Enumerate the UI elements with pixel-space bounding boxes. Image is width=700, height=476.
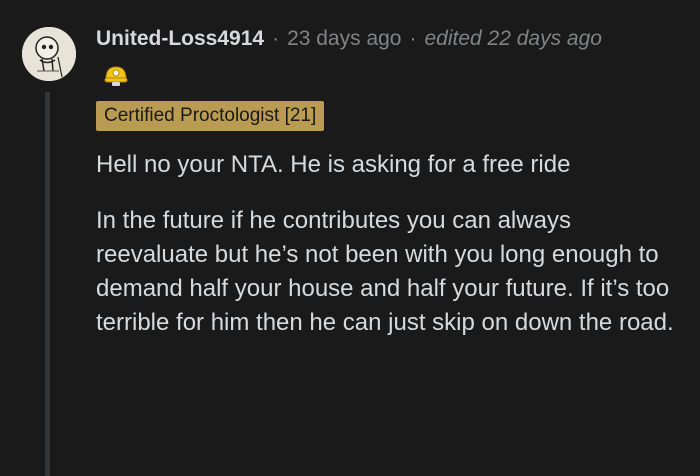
user-flair: Certified Proctologist [21] <box>96 101 325 131</box>
separator: · <box>409 27 417 50</box>
thread-collapse-line[interactable] <box>45 92 50 476</box>
timestamp[interactable]: 23 days ago <box>287 27 401 51</box>
award-helmet-icon <box>104 66 128 86</box>
comment-meta: United-Loss4914 · 23 days ago · edited 2… <box>96 24 602 54</box>
snoo-avatar-icon <box>22 27 76 81</box>
comment-paragraph: In the future if he contributes you can … <box>96 207 674 336</box>
comment-paragraph: Hell no your NTA. He is asking for a fre… <box>96 151 571 178</box>
comment: United-Loss4914 · 23 days ago · edited 2… <box>0 0 700 476</box>
award-icon[interactable] <box>103 62 129 88</box>
avatar[interactable] <box>22 27 76 81</box>
comment-body: Hell no your NTA. He is asking for a fre… <box>96 148 686 362</box>
username[interactable]: United-Loss4914 <box>96 27 264 51</box>
separator: · <box>272 27 280 50</box>
edited-timestamp: edited 22 days ago <box>424 27 602 50</box>
